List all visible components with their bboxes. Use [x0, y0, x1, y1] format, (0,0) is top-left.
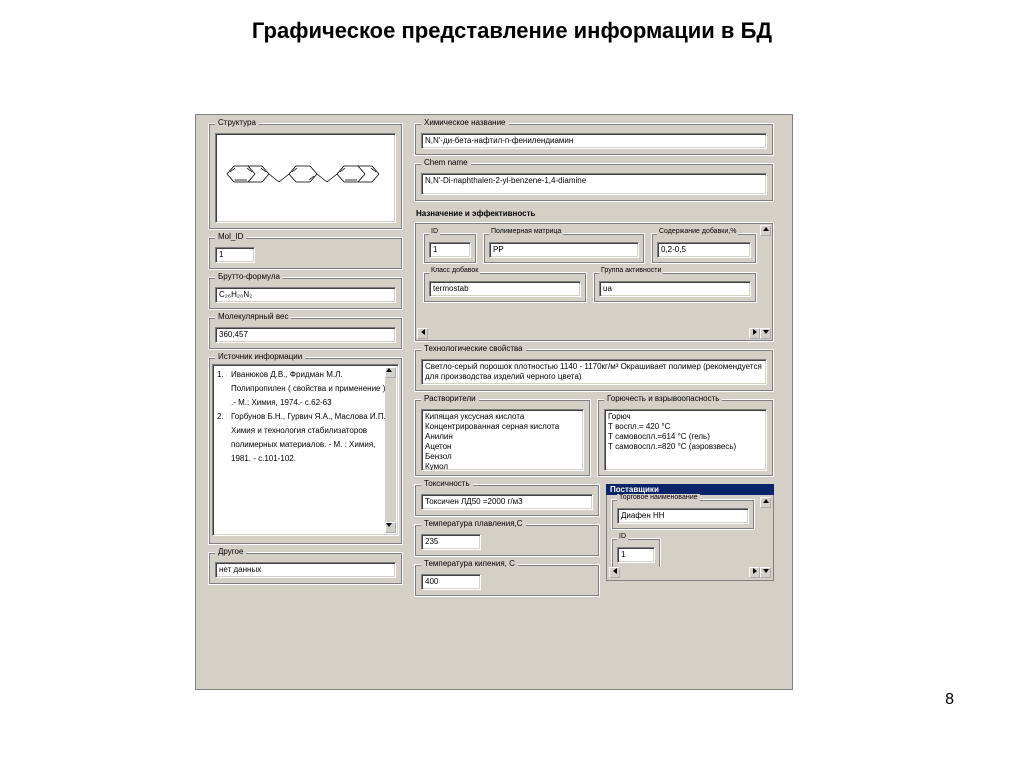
scroll-up-icon[interactable] [760, 225, 771, 236]
source-group: Источник информации 1.Иванюков Д.В., Фри… [208, 357, 403, 545]
source-list[interactable]: 1.Иванюков Д.В., Фридман М.Л. Полипропил… [212, 364, 399, 536]
structure-group: Структура [208, 123, 403, 230]
tox-label: Токсичность [421, 479, 473, 488]
supplier-id-label: ID [617, 533, 628, 540]
molid-label: Mol_ID [215, 232, 246, 241]
bp-label: Температура кипения, С [421, 559, 518, 568]
activity-label: Группа активности [599, 267, 663, 274]
molecule-icon [221, 148, 391, 208]
right-column: Химическое название N,N'-ди-бета-нафтил-… [414, 123, 774, 604]
other-label: Другое [215, 547, 246, 556]
slide: Графическое представление информации в Б… [0, 0, 1024, 767]
bp-group: Температура кипения, С 400 [414, 564, 600, 597]
scroll-left-icon[interactable] [609, 567, 620, 578]
additive-label: Содержание добавки,% [657, 228, 738, 235]
app-window: Структура [195, 114, 793, 690]
formula-field[interactable]: C₂₆H₂₀N₂ [215, 287, 396, 303]
molid-field[interactable]: 1 [215, 247, 255, 263]
other-group: Другое нет данных [208, 552, 403, 585]
additive-group: Содержание добавки,% 0,2-0,5 [651, 233, 757, 264]
scroll-right-icon[interactable] [749, 328, 760, 339]
mp-group: Температура плавления,С 235 [414, 524, 600, 557]
class-label: Класс добавок [429, 267, 480, 274]
chemname-en-field[interactable]: N,N'-Di-naphthalen-2-yl-benzene-1,4-diam… [421, 173, 767, 195]
solvents-label: Растворители [421, 394, 479, 403]
scroll-up-icon[interactable] [760, 497, 771, 508]
fire-field[interactable]: Горюч Т воспл.= 420 °C Т самовоспл.=614 … [604, 409, 767, 471]
mw-label: Молекулярный вес [215, 312, 291, 321]
other-field[interactable]: нет данных [215, 562, 396, 578]
mp-label: Температура плавления,С [421, 519, 526, 528]
page-number: 8 [945, 691, 954, 709]
mw-field[interactable]: 360,457 [215, 327, 396, 343]
tech-field[interactable]: Светло-серый порошок плотностью 1140 - 1… [421, 359, 767, 385]
structure-display[interactable] [215, 133, 396, 223]
supplier-id-field[interactable]: 1 [617, 547, 655, 563]
scrollbar-vertical[interactable] [760, 497, 771, 578]
source-label: Источник информации [215, 352, 305, 361]
slide-title: Графическое представление информации в Б… [0, 0, 1024, 54]
purpose-heading: Назначение и эффективность [416, 209, 774, 218]
tradename-field[interactable]: Диафен НН [617, 508, 749, 524]
chemname-ru-group: Химическое название N,N'-ди-бета-нафтил-… [414, 123, 774, 156]
chemname-en-group: Chem name N,N'-Di-naphthalen-2-yl-benzen… [414, 163, 774, 202]
list-item: 2.Горбунов Б.Н., Гурвич Я.А., Маслова И.… [217, 410, 392, 466]
mw-group: Молекулярный вес 360,457 [208, 317, 403, 350]
id-label: ID [429, 228, 440, 235]
solvents-field[interactable]: Кипящая уксусная кислота Концентрированн… [421, 409, 584, 471]
purpose-panel: ID 1 Полимерная матрица PP Содержание до… [414, 222, 774, 342]
tech-group: Технологические свойства Светло-серый по… [414, 349, 774, 392]
tech-label: Технологические свойства [421, 344, 526, 353]
fire-label: Горючесть и взрывоопасность [604, 394, 722, 403]
solvents-group: Растворители Кипящая уксусная кислота Ко… [414, 399, 591, 477]
activity-field[interactable]: ua [599, 281, 751, 297]
mp-field[interactable]: 235 [421, 534, 481, 550]
class-field[interactable]: termostab [429, 281, 581, 297]
scroll-down-icon[interactable] [385, 522, 396, 533]
left-column: Структура [208, 123, 403, 592]
matrix-label: Полимерная матрица [489, 228, 563, 235]
supplier-id-group: ID 1 [611, 538, 661, 569]
fire-group: Горючесть и взрывоопасность Горюч Т восп… [597, 399, 774, 477]
structure-label: Структура [215, 118, 259, 127]
chemname-en-label: Chem name [421, 158, 471, 167]
formula-label: Брутто-формула [215, 272, 283, 281]
activity-group: Группа активности ua [593, 272, 757, 303]
matrix-group: Полимерная матрица PP [483, 233, 645, 264]
scroll-up-icon[interactable] [385, 367, 396, 378]
scroll-right-icon[interactable] [749, 567, 760, 578]
scroll-left-icon[interactable] [417, 328, 428, 339]
matrix-field[interactable]: PP [489, 242, 639, 258]
tradename-group: Торговое наименование Диафен НН [611, 499, 755, 530]
suppliers-body: Торговое наименование Диафен НН ID 1 [606, 495, 774, 581]
molid-group: Mol_ID 1 [208, 237, 403, 270]
scrollbar-vertical[interactable] [760, 225, 771, 339]
scrollbar-vertical[interactable] [385, 367, 396, 533]
scroll-down-icon[interactable] [760, 328, 771, 339]
additive-field[interactable]: 0,2-0,5 [657, 242, 751, 258]
chemname-ru-field[interactable]: N,N'-ди-бета-нафтил-п-фенилендиамин [421, 133, 767, 149]
id-group: ID 1 [423, 233, 477, 264]
scrollbar-horizontal[interactable] [609, 567, 760, 578]
tradename-label: Торговое наименование [617, 494, 700, 501]
chemname-ru-label: Химическое название [421, 118, 509, 127]
formula-group: Брутто-формула C₂₆H₂₀N₂ [208, 277, 403, 310]
list-item: 1.Иванюков Д.В., Фридман М.Л. Полипропил… [217, 368, 392, 410]
class-group: Класс добавок termostab [423, 272, 587, 303]
id-field[interactable]: 1 [429, 242, 471, 258]
tox-field[interactable]: Токсичен ЛД50 =2000 г/м3 [421, 494, 593, 510]
scrollbar-horizontal[interactable] [417, 328, 760, 339]
bp-field[interactable]: 400 [421, 574, 481, 590]
scroll-down-icon[interactable] [760, 567, 771, 578]
suppliers-panel: Поставщики Торговое наименование Диафен … [606, 484, 774, 581]
tox-group: Токсичность Токсичен ЛД50 =2000 г/м3 [414, 484, 600, 517]
